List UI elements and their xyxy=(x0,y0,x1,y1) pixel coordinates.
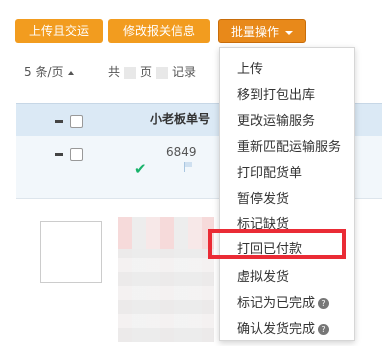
collapse-icon[interactable] xyxy=(55,153,63,156)
page-size-label: 5 条/页 xyxy=(24,65,64,79)
batch-operations-label: 批量操作 xyxy=(230,25,279,39)
menu-item-rematch-shipping[interactable]: 重新匹配运输服务 xyxy=(237,136,341,155)
row-checkbox[interactable] xyxy=(70,148,83,161)
product-thumbnail xyxy=(40,221,102,283)
collapse-icon[interactable] xyxy=(55,120,63,123)
total-suffix: 记录 xyxy=(172,65,197,79)
check-icon: ✔ xyxy=(134,160,147,178)
total-mid: 页 xyxy=(140,65,153,79)
caret-up-icon xyxy=(67,70,74,75)
upload-ship-button[interactable]: 上传且交运 xyxy=(15,19,103,43)
menu-item-pause-shipping[interactable]: 暂停发货 xyxy=(237,188,289,207)
highlight-box xyxy=(208,229,346,259)
menu-item-confirm-label: 确认发货完成 xyxy=(237,322,316,337)
menu-item-mark-completed-label: 标记为已完成 xyxy=(237,296,316,311)
menu-item-upload[interactable]: 上传 xyxy=(237,58,263,77)
menu-item-confirm-shipping-complete[interactable]: 确认发货完成? xyxy=(237,318,330,337)
caret-down-icon xyxy=(285,30,293,35)
total-prefix: 共 xyxy=(108,65,121,79)
help-icon: ? xyxy=(318,324,330,335)
flag-icon[interactable] xyxy=(184,162,193,172)
column-header-order-no: 小老板单号 xyxy=(150,112,211,126)
menu-item-virtual-shipping[interactable]: 虚拟发货 xyxy=(237,266,289,285)
order-number: 6849 xyxy=(166,145,197,159)
redacted-block xyxy=(156,66,169,79)
page-size-select[interactable]: 5 条/页 xyxy=(24,63,74,80)
redacted-block xyxy=(124,66,137,79)
menu-item-change-shipping[interactable]: 更改运输服务 xyxy=(237,110,315,129)
menu-item-print-picking-list[interactable]: 打印配货单 xyxy=(237,162,302,181)
record-count: 共 页 记录 xyxy=(108,63,196,80)
menu-item-move-to-packing[interactable]: 移到打包出库 xyxy=(237,84,315,103)
modify-customs-button[interactable]: 修改报关信息 xyxy=(108,19,210,43)
truncated-red-text xyxy=(373,225,382,239)
redacted-block xyxy=(118,217,214,342)
help-icon: ? xyxy=(318,298,330,309)
menu-item-mark-completed[interactable]: 标记为已完成? xyxy=(237,292,330,311)
batch-operations-button[interactable]: 批量操作 xyxy=(218,19,306,43)
select-all-checkbox[interactable] xyxy=(70,115,83,128)
